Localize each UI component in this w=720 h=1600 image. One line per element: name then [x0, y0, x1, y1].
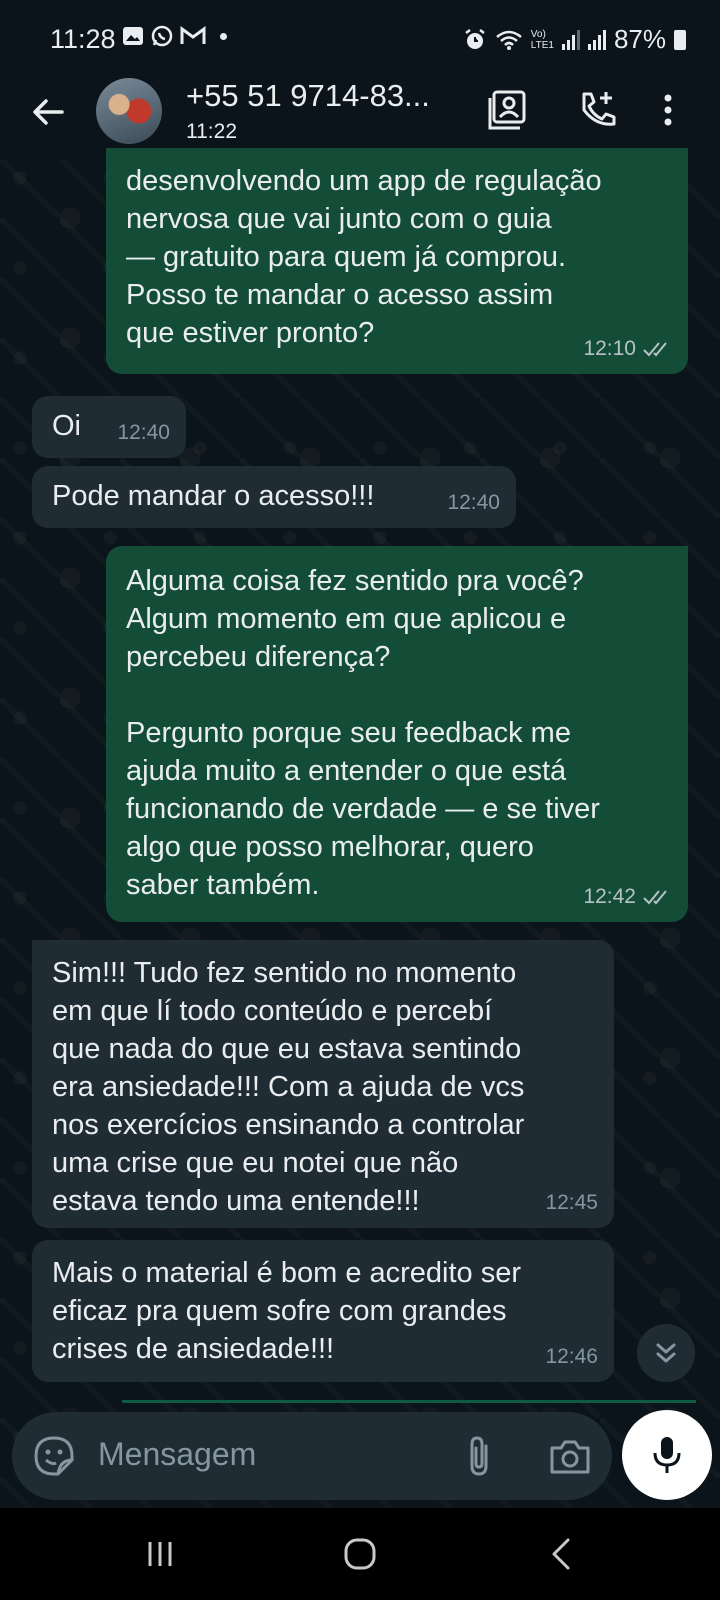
scroll-to-bottom-button[interactable] — [637, 1324, 695, 1382]
message-meta: 12:46 — [545, 1338, 598, 1376]
nav-back-icon[interactable] — [540, 1534, 584, 1574]
message-meta: 12:40 — [447, 484, 500, 522]
alarm-icon — [465, 28, 485, 49]
message-time: 12:46 — [545, 1345, 598, 1368]
system-navigation-bar — [0, 1508, 720, 1600]
message-text: Alguma coisa fez sentido pra você? Algum… — [126, 565, 600, 901]
voice-message-button[interactable] — [622, 1410, 712, 1500]
double-chevron-down-icon — [656, 1343, 676, 1363]
message-incoming[interactable]: Mais o material é bom e acredito ser efi… — [32, 1240, 614, 1382]
message-outgoing[interactable]: Alguma coisa fez sentido pra você? Algum… — [106, 546, 688, 922]
sticker-emoji-icon[interactable] — [32, 1434, 76, 1478]
divider-line — [122, 1400, 696, 1403]
message-time: 12:10 — [583, 337, 636, 360]
message-outgoing[interactable]: desenvolvendo um app de regulação nervos… — [106, 148, 688, 374]
message-text: Sim!!! Tudo fez sentido no momento em qu… — [52, 957, 525, 1217]
more-notifications-dot — [220, 32, 227, 40]
status-system-icons: Vo) LTE1 87% — [463, 24, 686, 55]
add-call-icon[interactable] — [576, 88, 620, 132]
status-notification-icons — [122, 24, 227, 48]
message-time: 12:40 — [117, 421, 170, 444]
message-meta: 12:45 — [545, 1184, 598, 1222]
whatsapp-icon — [151, 25, 173, 47]
message-text: desenvolvendo um app de regulação nervos… — [126, 165, 602, 349]
contact-name[interactable]: +55 51 9714-83... — [186, 78, 430, 114]
status-bar: 11:28 Vo) LTE1 87% — [0, 0, 720, 78]
gmail-icon — [180, 26, 206, 44]
contact-last-seen: 11:22 — [186, 120, 237, 143]
recent-apps-icon[interactable] — [138, 1534, 182, 1574]
lte-label: LTE1 — [530, 39, 554, 51]
message-time: 12:42 — [583, 885, 636, 908]
back-arrow-icon[interactable] — [26, 90, 70, 134]
wifi-icon — [495, 30, 522, 50]
message-meta: 12:40 — [117, 414, 170, 452]
message-input[interactable]: Mensagem — [98, 1436, 256, 1473]
camera-icon[interactable] — [548, 1436, 592, 1476]
volte-label: Vo) — [530, 28, 546, 40]
double-check-icon — [643, 890, 667, 905]
battery-icon — [674, 29, 686, 50]
battery-percent: 87% — [613, 24, 666, 54]
double-check-icon — [643, 342, 667, 357]
message-time: 12:40 — [447, 491, 500, 514]
message-incoming[interactable]: Oi 12:40 — [32, 396, 186, 458]
home-icon[interactable] — [338, 1534, 382, 1574]
contact-avatar[interactable] — [96, 78, 162, 144]
more-options-icon[interactable] — [656, 88, 680, 132]
contact-card-icon[interactable] — [486, 88, 530, 132]
message-incoming[interactable]: Sim!!! Tudo fez sentido no momento em qu… — [32, 940, 614, 1228]
message-text: Mais o material é bom e acredito ser efi… — [52, 1257, 522, 1365]
signal-2-icon — [587, 29, 606, 50]
message-composer: Mensagem — [12, 1412, 612, 1500]
message-meta: 12:42 — [583, 878, 672, 916]
signal-1-icon — [561, 29, 580, 50]
message-incoming[interactable]: Pode mandar o acesso!!! 12:40 — [32, 466, 516, 528]
message-meta: 12:10 — [583, 330, 672, 368]
status-time: 11:28 — [50, 24, 116, 54]
attach-clip-icon[interactable] — [460, 1434, 500, 1478]
message-time: 12:45 — [545, 1191, 598, 1214]
gallery-icon — [123, 27, 143, 45]
message-text: Pode mandar o acesso!!! — [52, 480, 375, 512]
microphone-icon — [653, 1437, 681, 1473]
